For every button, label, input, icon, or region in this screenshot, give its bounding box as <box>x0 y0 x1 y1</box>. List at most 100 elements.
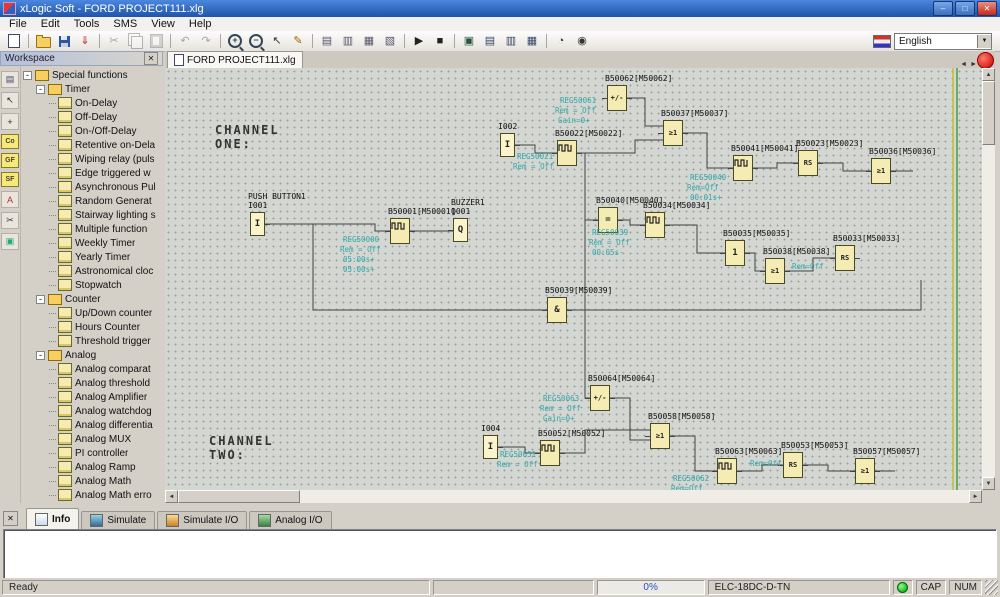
tab-simulate-i-o[interactable]: Simulate I/O <box>157 511 247 529</box>
tree-item-off-delay[interactable]: Off-Delay <box>21 110 163 124</box>
tree-folder-counter[interactable]: -Counter <box>21 292 163 306</box>
basic-functions-tool[interactable]: GF <box>1 153 19 168</box>
paste-button[interactable] <box>146 32 166 51</box>
comm-config-button[interactable]: ▦ <box>522 32 542 51</box>
tree-item-yearly-timer[interactable]: Yearly Timer <box>21 250 163 264</box>
block-b50058[interactable]: ≥1 <box>650 423 670 449</box>
minimize-button[interactable]: – <box>933 1 953 16</box>
simulate-stop-button[interactable]: ■ <box>430 32 450 51</box>
tree-folder-special-functions[interactable]: -Special functions <box>21 68 163 82</box>
expander-icon[interactable]: - <box>36 85 45 94</box>
tab-info[interactable]: Info <box>26 508 79 529</box>
menu-file[interactable]: File <box>2 18 34 30</box>
tree-item-weekly-timer[interactable]: Weekly Timer <box>21 236 163 250</box>
scroll-right-icon[interactable]: ► <box>969 490 982 503</box>
tree-item-random-generat[interactable]: Random Generat <box>21 194 163 208</box>
expander-icon[interactable]: - <box>36 351 45 360</box>
connector-tool[interactable]: + <box>1 113 19 130</box>
canvas-hscrollbar[interactable]: ◄ ► <box>165 490 982 503</box>
tree-item-analog-differentia[interactable]: Analog differentia <box>21 418 163 432</box>
menu-tools[interactable]: Tools <box>67 18 107 30</box>
block-b50063[interactable] <box>717 458 737 484</box>
block-b50036[interactable]: ≥1 <box>871 158 891 184</box>
distribute-horizontal-button[interactable]: ▦ <box>359 32 379 51</box>
block-b50064[interactable]: +/- <box>590 385 610 411</box>
tree-item-up-down-counter[interactable]: Up/Down counter <box>21 306 163 320</box>
tree-item-on-delay[interactable]: On-Delay <box>21 96 163 110</box>
constants-tool[interactable]: Co <box>1 134 19 149</box>
block-b50001[interactable] <box>390 218 410 244</box>
canvas-vscrollbar[interactable]: ▲ ▼ <box>982 68 995 490</box>
block-b50033[interactable]: RS <box>835 245 855 271</box>
tree-item-pi-controller[interactable]: PI controller <box>21 446 163 460</box>
hscroll-thumb[interactable] <box>178 490 300 503</box>
zoom-in-button[interactable] <box>225 32 245 51</box>
tree-folder-analog[interactable]: -Analog <box>21 348 163 362</box>
new-button[interactable] <box>4 32 24 51</box>
tab-scroll-right-icon[interactable]: ► <box>970 61 977 68</box>
tree-item-asynchronous-pul[interactable]: Asynchronous Pul <box>21 180 163 194</box>
distribute-vertical-button[interactable]: ▧ <box>380 32 400 51</box>
io-status-button[interactable]: ▤ <box>480 32 500 51</box>
select-button[interactable]: ↖ <box>267 32 287 51</box>
tree-item-analog-mux[interactable]: Analog MUX <box>21 432 163 446</box>
block-q001[interactable]: Q <box>453 218 468 242</box>
simulation-tool[interactable]: ▣ <box>1 233 19 250</box>
vscroll-thumb[interactable] <box>982 81 995 145</box>
tree-item-analog-threshold[interactable]: Analog threshold <box>21 376 163 390</box>
language-combo[interactable]: English ▼ <box>894 33 992 50</box>
help-about-button[interactable]: ◉ <box>572 32 592 51</box>
zoom-out-button[interactable] <box>246 32 266 51</box>
block-i001[interactable]: I <box>250 212 265 236</box>
tab-simulate[interactable]: Simulate <box>81 511 155 529</box>
redo-button[interactable]: ↷ <box>196 32 216 51</box>
block-b50034[interactable] <box>645 212 665 238</box>
select-tool[interactable]: ↖ <box>1 92 19 109</box>
block-b50053[interactable]: RS <box>783 452 803 478</box>
scroll-down-icon[interactable]: ▼ <box>982 477 995 490</box>
tree-item-analog-amplifier[interactable]: Analog Amplifier <box>21 390 163 404</box>
save-button[interactable] <box>54 32 74 51</box>
close-button[interactable]: ✕ <box>977 1 997 16</box>
canvas[interactable]: CHANNEL ONE:CHANNEL TWO:II002+/-B50062[M… <box>165 68 982 490</box>
block-b50052[interactable] <box>540 440 560 466</box>
tree-item-wiping-relay-puls[interactable]: Wiping relay (puls <box>21 152 163 166</box>
tree-item-stopwatch[interactable]: Stopwatch <box>21 278 163 292</box>
monitor-button[interactable]: ▣ <box>459 32 479 51</box>
block-b50037[interactable]: ≥1 <box>663 120 683 146</box>
block-i004[interactable]: I <box>483 435 498 459</box>
tab-scroll-left-icon[interactable]: ◄ <box>960 61 967 68</box>
resize-grip[interactable] <box>985 580 998 595</box>
align-horizontal-button[interactable]: ▤ <box>317 32 337 51</box>
block-b50041[interactable] <box>733 155 753 181</box>
menu-edit[interactable]: Edit <box>34 18 67 30</box>
block-b50062[interactable]: +/- <box>607 85 627 111</box>
message-area[interactable] <box>3 529 997 579</box>
tab-analog-i-o[interactable]: Analog I/O <box>249 511 331 529</box>
scroll-left-icon[interactable]: ◄ <box>165 490 178 503</box>
special-functions-tool[interactable]: SF <box>1 172 19 187</box>
download-plc-button[interactable]: ⇓ <box>75 32 95 51</box>
pen-button[interactable]: ✎ <box>288 32 308 51</box>
tree-item-astronomical-cloc[interactable]: Astronomical cloc <box>21 264 163 278</box>
block-b50038[interactable]: ≥1 <box>765 258 785 284</box>
tree-item-retentive-on-dela[interactable]: Retentive on-Dela <box>21 138 163 152</box>
clock-button[interactable]: ◔ <box>551 32 571 51</box>
scroll-up-icon[interactable]: ▲ <box>982 68 995 81</box>
tree-item-multiple-function[interactable]: Multiple function <box>21 222 163 236</box>
menu-sms[interactable]: SMS <box>106 18 144 30</box>
tree-item-stairway-lighting-s[interactable]: Stairway lighting s <box>21 208 163 222</box>
plc-info-button[interactable]: ▥ <box>501 32 521 51</box>
tree-folder-timer[interactable]: -Timer <box>21 82 163 96</box>
tab-ford-project111[interactable]: FORD PROJECT111.xlg <box>167 51 303 68</box>
open-button[interactable] <box>33 32 53 51</box>
tree-item-edge-triggered-w[interactable]: Edge triggered w <box>21 166 163 180</box>
menu-help[interactable]: Help <box>182 18 219 30</box>
block-b50057[interactable]: ≥1 <box>855 458 875 484</box>
align-vertical-button[interactable]: ▥ <box>338 32 358 51</box>
tree-item-analog-comparat[interactable]: Analog comparat <box>21 362 163 376</box>
chevron-down-icon[interactable]: ▼ <box>977 35 991 48</box>
menu-view[interactable]: View <box>144 18 182 30</box>
expander-icon[interactable]: - <box>23 71 32 80</box>
maximize-button[interactable]: □ <box>955 1 975 16</box>
